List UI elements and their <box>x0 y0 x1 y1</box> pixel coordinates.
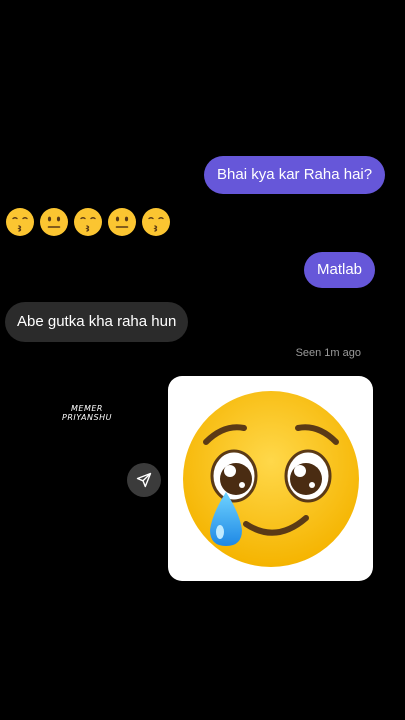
message-sent-2[interactable]: Matlab <box>304 252 376 288</box>
neutral-face-icon <box>108 208 136 236</box>
share-button[interactable] <box>127 463 161 497</box>
kissing-face-icon <box>74 208 102 236</box>
seen-status: Seen 1m ago <box>295 347 361 359</box>
message-received-text[interactable]: Abe gutka kha raha hun <box>5 302 189 342</box>
message-text: Abe gutka kha raha hun <box>17 313 177 330</box>
kissing-face-icon <box>142 208 170 236</box>
image-attachment[interactable] <box>168 376 373 581</box>
message-text: Matlab <box>317 261 363 278</box>
watermark: MEMER PRIYANSHU <box>54 404 120 422</box>
watermark-line-2: PRIYANSHU <box>62 413 112 422</box>
message-text: Bhai kya kar Raha hai? <box>217 166 373 183</box>
send-arrow-icon <box>136 472 152 488</box>
neutral-face-icon <box>40 208 68 236</box>
message-received-emojis[interactable] <box>5 207 171 237</box>
watermark-line-1: MEMER <box>71 404 103 413</box>
face-holding-back-tears-icon <box>182 390 359 567</box>
kissing-face-icon <box>6 208 34 236</box>
message-sent-1[interactable]: Bhai kya kar Raha hai? <box>204 156 386 194</box>
